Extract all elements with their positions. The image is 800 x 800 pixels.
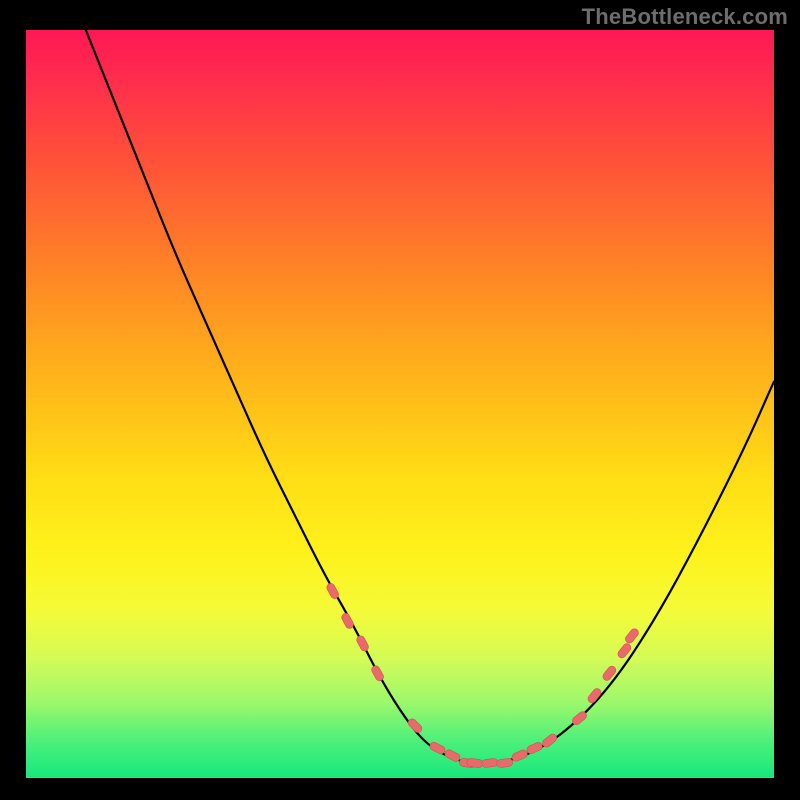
highlight-markers-group (325, 582, 640, 768)
highlight-marker (481, 758, 498, 768)
highlight-marker (496, 758, 513, 768)
watermark-text: TheBottleneck.com (582, 4, 788, 30)
highlight-marker (428, 741, 446, 755)
highlight-marker (325, 582, 340, 600)
highlight-marker (511, 749, 529, 763)
highlight-marker (624, 627, 640, 644)
page-root: TheBottleneck.com (0, 0, 800, 800)
highlight-marker (443, 748, 461, 762)
bottleneck-chart-svg (26, 30, 774, 778)
bottleneck-curve-line (86, 30, 774, 763)
highlight-marker (526, 741, 544, 755)
highlight-marker (355, 634, 370, 652)
highlight-marker (370, 664, 385, 682)
highlight-marker (407, 717, 424, 734)
highlight-marker (340, 612, 355, 630)
chart-plot-area (26, 30, 774, 778)
